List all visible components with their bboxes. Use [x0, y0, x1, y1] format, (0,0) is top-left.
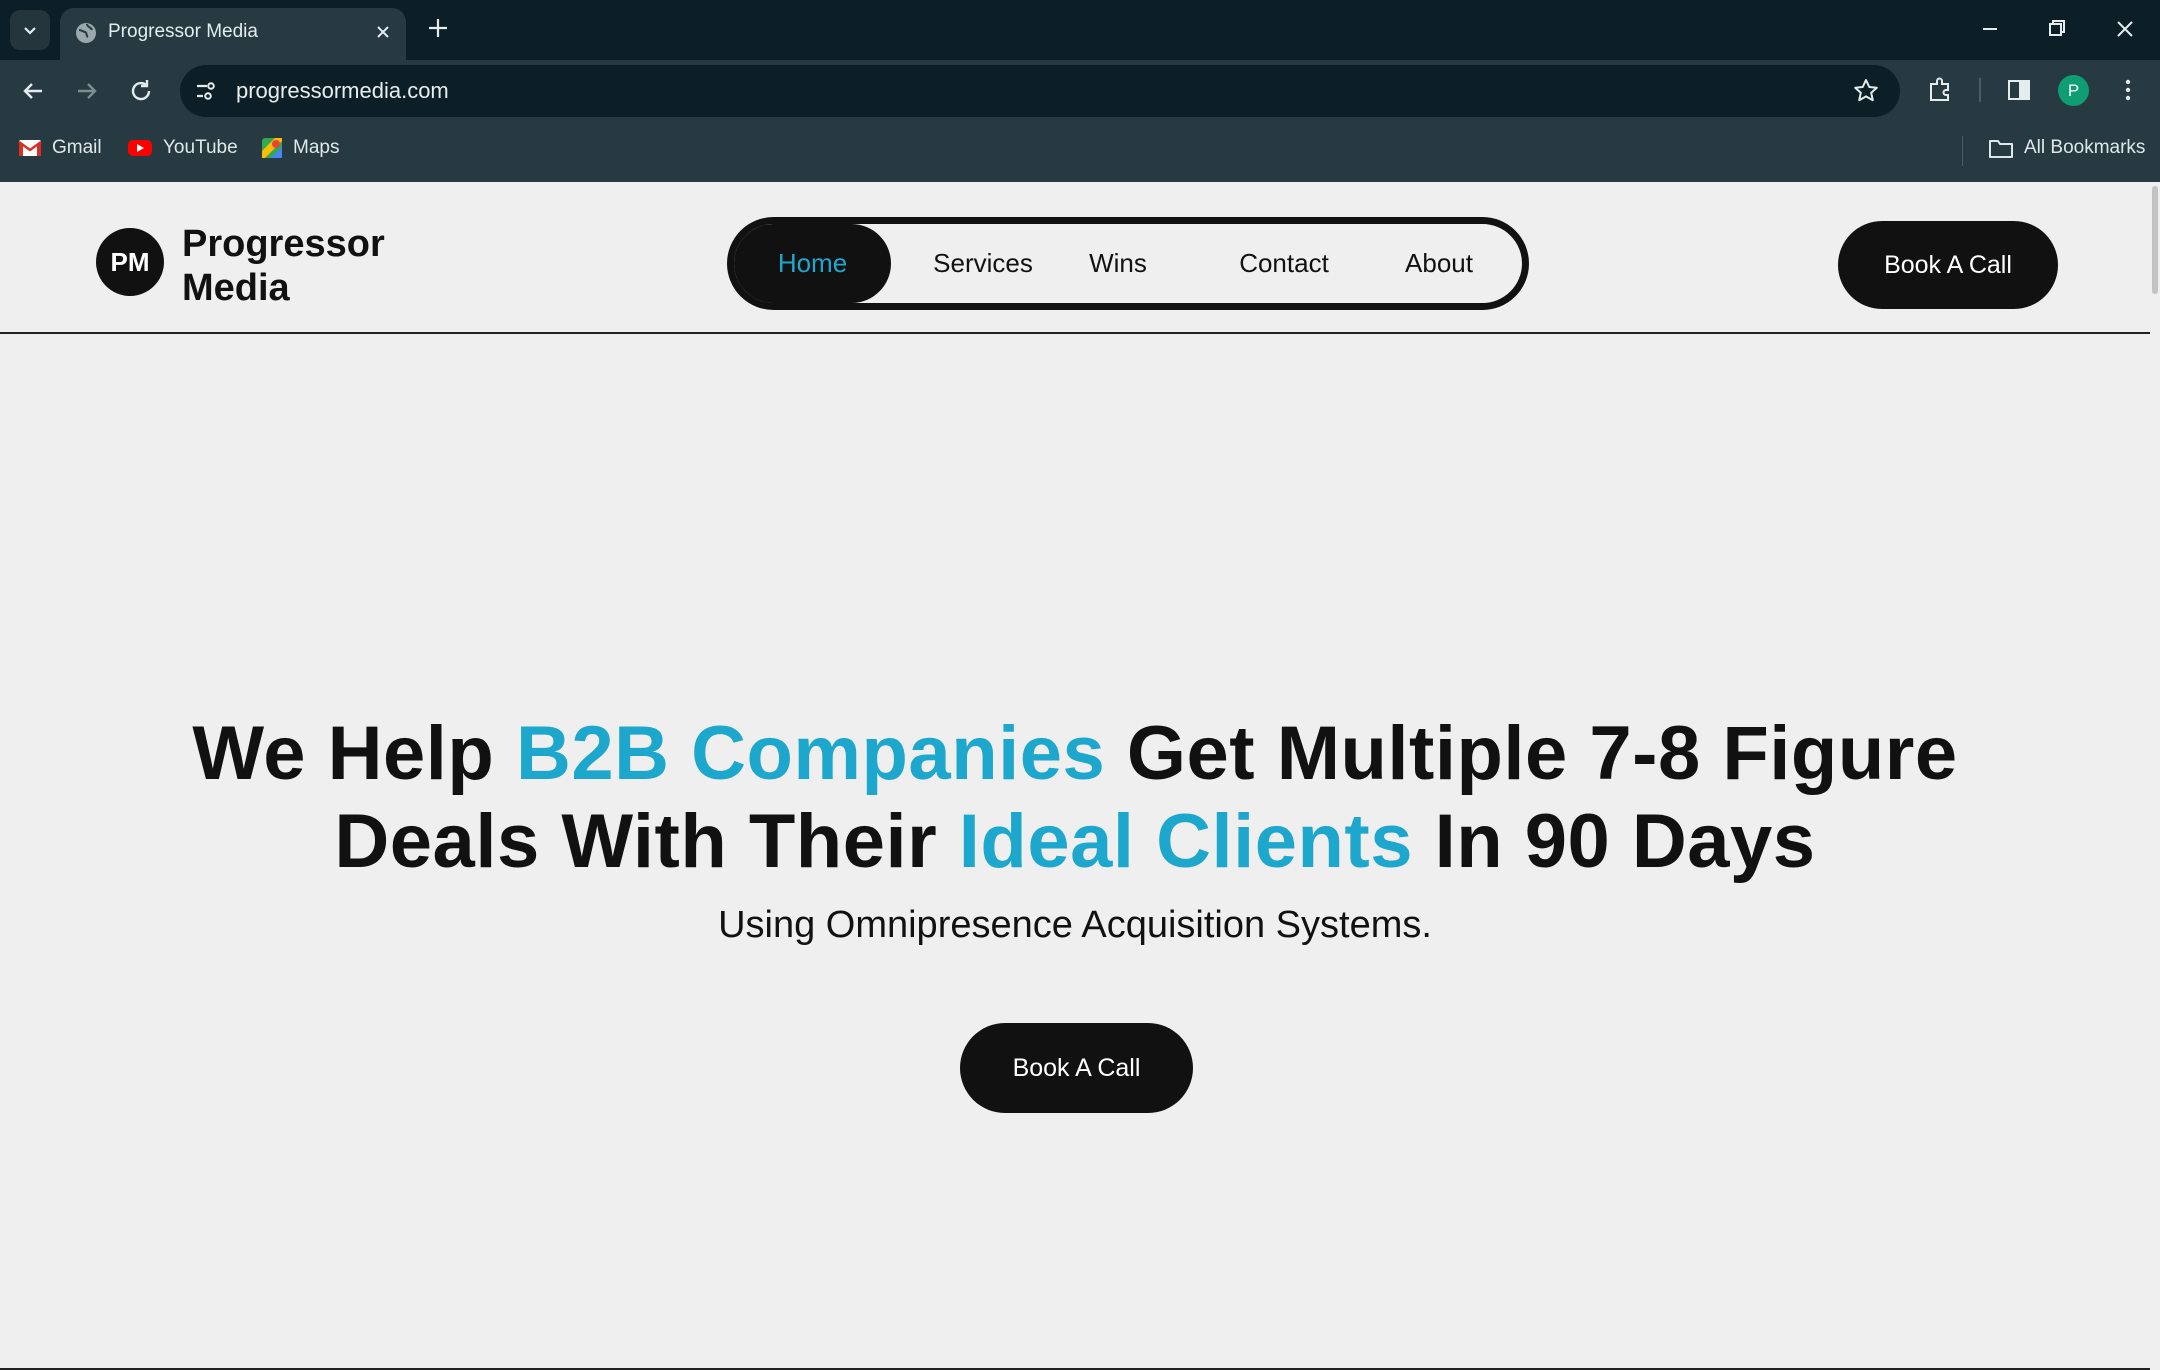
logo-name-line1: Progressor	[182, 223, 385, 265]
hero-headline-line2: Deals With Their Ideal Clients In 90 Day…	[0, 798, 2150, 886]
close-window-icon[interactable]	[2110, 14, 2140, 44]
browser-toolbar: progressormedia.com P	[0, 60, 2160, 120]
bookmark-label: YouTube	[163, 137, 238, 158]
forward-icon[interactable]	[72, 76, 102, 106]
headline-accent: B2B Companies	[515, 711, 1106, 796]
youtube-icon	[127, 138, 153, 158]
bookmark-star-icon[interactable]	[1852, 77, 1880, 105]
logo-wordmark[interactable]: Progressor Media	[182, 222, 442, 310]
hero-headline-line1: We Help B2B Companies Get Multiple 7-8 F…	[0, 710, 2150, 798]
headline-text: We Help	[192, 711, 516, 796]
header-book-call-button[interactable]: Book A Call	[1838, 221, 2058, 309]
all-bookmarks-label: All Bookmarks	[2024, 137, 2146, 158]
url-text: progressormedia.com	[236, 78, 449, 103]
profile-avatar[interactable]: P	[2058, 75, 2089, 106]
new-tab-icon[interactable]	[424, 14, 452, 42]
menu-kebab-icon[interactable]	[2113, 75, 2143, 105]
web-page: PM Progressor Media Home Services Wins C…	[0, 182, 2150, 1370]
page-scrollbar[interactable]	[2150, 182, 2160, 1370]
extensions-icon[interactable]	[1925, 75, 1955, 105]
globe-icon	[74, 21, 98, 45]
hero-subtitle: Using Omnipresence Acquisition Systems.	[718, 904, 1432, 946]
hero-headline: We Help B2B Companies Get Multiple 7-8 F…	[0, 710, 2150, 886]
minimize-icon[interactable]	[1975, 14, 2005, 44]
restore-icon[interactable]	[2042, 14, 2072, 44]
main-nav: Home Services Wins Contact About	[727, 217, 1529, 310]
back-icon[interactable]	[18, 76, 48, 106]
nav-services[interactable]: Services	[919, 224, 1047, 303]
tab-strip: Progressor Media	[0, 0, 2160, 60]
bookmarks-divider	[1962, 136, 1963, 166]
site-header: PM Progressor Media Home Services Wins C…	[0, 182, 2150, 334]
headline-text: Deals With Their	[334, 799, 959, 884]
hero-book-call-button[interactable]: Book A Call	[960, 1023, 1193, 1113]
headline-text: Get Multiple 7-8 Figure	[1105, 711, 1958, 796]
nav-wins[interactable]: Wins	[1079, 224, 1157, 303]
close-tab-icon[interactable]	[372, 21, 394, 43]
all-bookmarks-button[interactable]: All Bookmarks	[1988, 137, 2145, 159]
active-tab[interactable]: Progressor Media	[60, 8, 406, 60]
scrollbar-thumb[interactable]	[2152, 186, 2158, 294]
side-panel-icon[interactable]	[2004, 75, 2034, 105]
reload-icon[interactable]	[126, 76, 156, 106]
bookmark-youtube[interactable]: YouTube	[127, 137, 238, 159]
headline-accent: Ideal Clients	[958, 799, 1413, 884]
gmail-icon	[18, 139, 42, 157]
folder-icon	[1988, 137, 2014, 159]
chevron-down-icon	[21, 21, 39, 39]
nav-about[interactable]: About	[1384, 224, 1494, 303]
toolbar-divider	[1979, 78, 1981, 102]
bookmarks-bar: Gmail YouTube Maps All Bookmarks	[0, 120, 2160, 182]
bookmark-gmail[interactable]: Gmail	[18, 137, 102, 159]
bookmark-label: Gmail	[52, 137, 102, 158]
nav-home[interactable]: Home	[734, 224, 891, 303]
headline-text: In 90 Days	[1412, 799, 1816, 884]
tab-search-button[interactable]	[10, 10, 50, 50]
logo-name-line2: Media	[182, 267, 290, 309]
site-info-icon[interactable]	[192, 78, 218, 104]
maps-icon	[261, 137, 283, 159]
tab-title: Progressor Media	[108, 21, 258, 42]
bookmark-maps[interactable]: Maps	[261, 137, 339, 159]
address-bar[interactable]: progressormedia.com	[180, 65, 1900, 117]
nav-contact[interactable]: Contact	[1224, 224, 1344, 303]
bookmark-label: Maps	[293, 137, 340, 158]
logo-mark[interactable]: PM	[96, 228, 164, 296]
